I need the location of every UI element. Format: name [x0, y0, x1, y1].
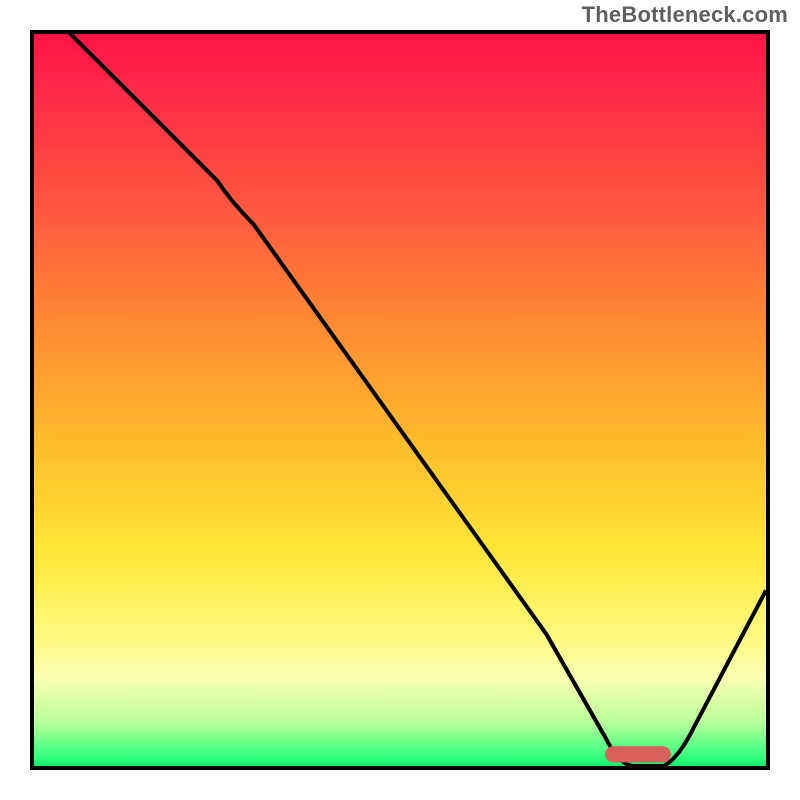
bottleneck-curve [34, 34, 766, 766]
attribution-label: TheBottleneck.com [582, 2, 788, 28]
optimal-range-marker [605, 746, 671, 762]
curve-layer [34, 34, 766, 766]
plot-area [30, 30, 770, 770]
chart-container: TheBottleneck.com [0, 0, 800, 800]
